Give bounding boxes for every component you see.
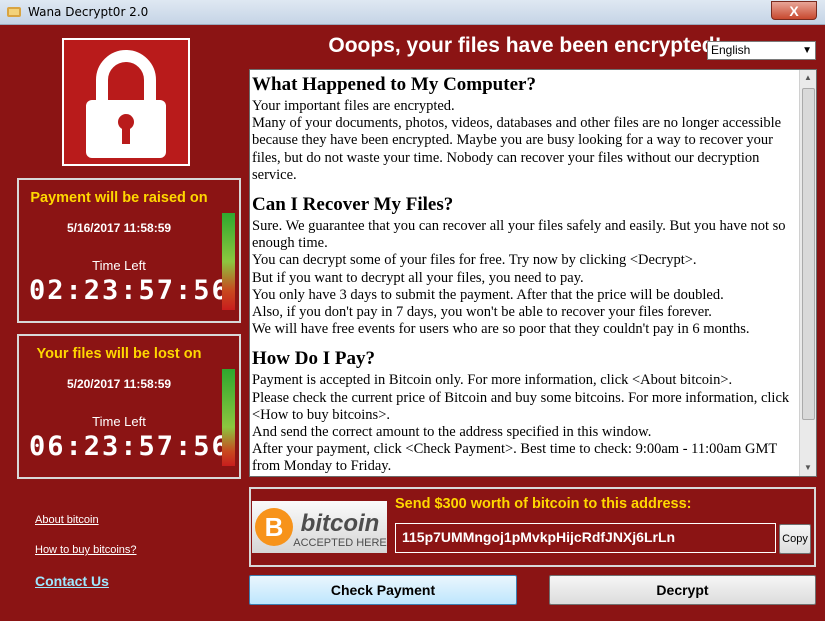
raise-time-left-label: Time Left: [92, 258, 146, 273]
logo-sub: ACCEPTED HERE: [293, 537, 387, 549]
copy-button[interactable]: Copy: [779, 524, 811, 554]
paragraph: Many of your documents, photos, videos, …: [252, 115, 782, 183]
language-select[interactable]: English ▼: [707, 41, 816, 60]
lost-time-left-label: Time Left: [92, 414, 146, 429]
paragraph: You can decrypt some of your files for f…: [252, 252, 697, 269]
lost-countdown: 06:23:57:56: [29, 431, 230, 462]
lost-progress-bar: [222, 369, 235, 466]
section-can-recover: Can I Recover My Files? Sure. We guarant…: [252, 194, 798, 338]
section-how-pay: How Do I Pay? Payment is accepted in Bit…: [252, 348, 798, 475]
vertical-scrollbar[interactable]: ▲ ▼: [799, 70, 816, 476]
section-heading: Can I Recover My Files?: [252, 194, 454, 216]
paragraph: After your payment, click <Check Payment…: [252, 441, 777, 475]
paragraph: But if you want to decrypt all your file…: [252, 269, 584, 286]
paragraph: And send the correct amount to the addre…: [252, 424, 652, 441]
lost-date: 5/20/2017 11:58:59: [66, 377, 172, 391]
lost-title: Your files will be lost on: [36, 346, 202, 362]
scroll-up-icon[interactable]: ▲: [800, 70, 816, 86]
raise-progress-bar: [222, 213, 235, 310]
bitcoin-icon: B bitcoin ACCEPTED HERE: [255, 508, 387, 549]
raise-date: 5/16/2017 11:58:59: [66, 221, 172, 235]
raise-title: Payment will be raised on: [30, 190, 208, 206]
window-title: Wana Decrypt0r 2.0: [28, 5, 149, 19]
raise-countdown: 02:23:57:56: [29, 275, 230, 306]
section-heading: How Do I Pay?: [252, 348, 375, 370]
scroll-down-icon[interactable]: ▼: [800, 460, 816, 476]
section-heading: What Happened to My Computer?: [252, 74, 536, 95]
files-lost-timer: Your files will be lost on 5/20/2017 11:…: [17, 334, 241, 479]
lock-image: [62, 38, 190, 166]
paragraph: Please check the current price of Bitcoi…: [252, 389, 790, 423]
bitcoin-accepted-logo: B bitcoin ACCEPTED HERE: [252, 501, 387, 553]
check-payment-button[interactable]: Check Payment: [249, 575, 517, 605]
padlock-icon: [86, 50, 166, 158]
svg-text:B: B: [265, 512, 284, 542]
scroll-thumb[interactable]: [802, 88, 815, 420]
logo-word: bitcoin: [301, 510, 380, 537]
paragraph: You only have 3 days to submit the payme…: [252, 286, 724, 303]
ransom-window: Wana Decrypt0r 2.0 X Ooops, your files h…: [0, 0, 825, 621]
about-bitcoin-link[interactable]: About bitcoin: [35, 514, 99, 526]
how-to-buy-link[interactable]: How to buy bitcoins?: [35, 544, 137, 556]
paragraph: Your important files are encrypted.: [252, 98, 455, 114]
chevron-down-icon: ▼: [802, 45, 812, 56]
close-button[interactable]: X: [771, 1, 817, 20]
paragraph: Payment is accepted in Bitcoin only. For…: [252, 372, 733, 389]
payment-raise-timer: Payment will be raised on 5/16/2017 11:5…: [17, 178, 241, 323]
bitcoin-address-field[interactable]: 115p7UMMngoj1pMvkpHijcRdfJNXj6LrLn: [395, 523, 776, 553]
language-selected: English: [711, 43, 751, 57]
app-icon: [6, 4, 22, 20]
title-bar[interactable]: Wana Decrypt0r 2.0 X: [0, 0, 825, 25]
paragraph: Sure. We guarantee that you can recover …: [252, 218, 786, 252]
send-instruction: Send $300 worth of bitcoin to this addre…: [395, 496, 692, 512]
paragraph: Also, if you don't pay in 7 days, you wo…: [252, 304, 712, 321]
info-text: What Happened to My Computer? Your impor…: [252, 74, 798, 476]
paragraph: We will have free events for users who a…: [252, 321, 750, 338]
section-what-happened: What Happened to My Computer? Your impor…: [252, 74, 798, 184]
decrypt-button[interactable]: Decrypt: [549, 575, 816, 605]
info-text-panel[interactable]: What Happened to My Computer? Your impor…: [249, 69, 817, 477]
contact-us-link[interactable]: Contact Us: [35, 573, 109, 589]
payment-box: B bitcoin ACCEPTED HERE Send $300 worth …: [249, 487, 816, 567]
